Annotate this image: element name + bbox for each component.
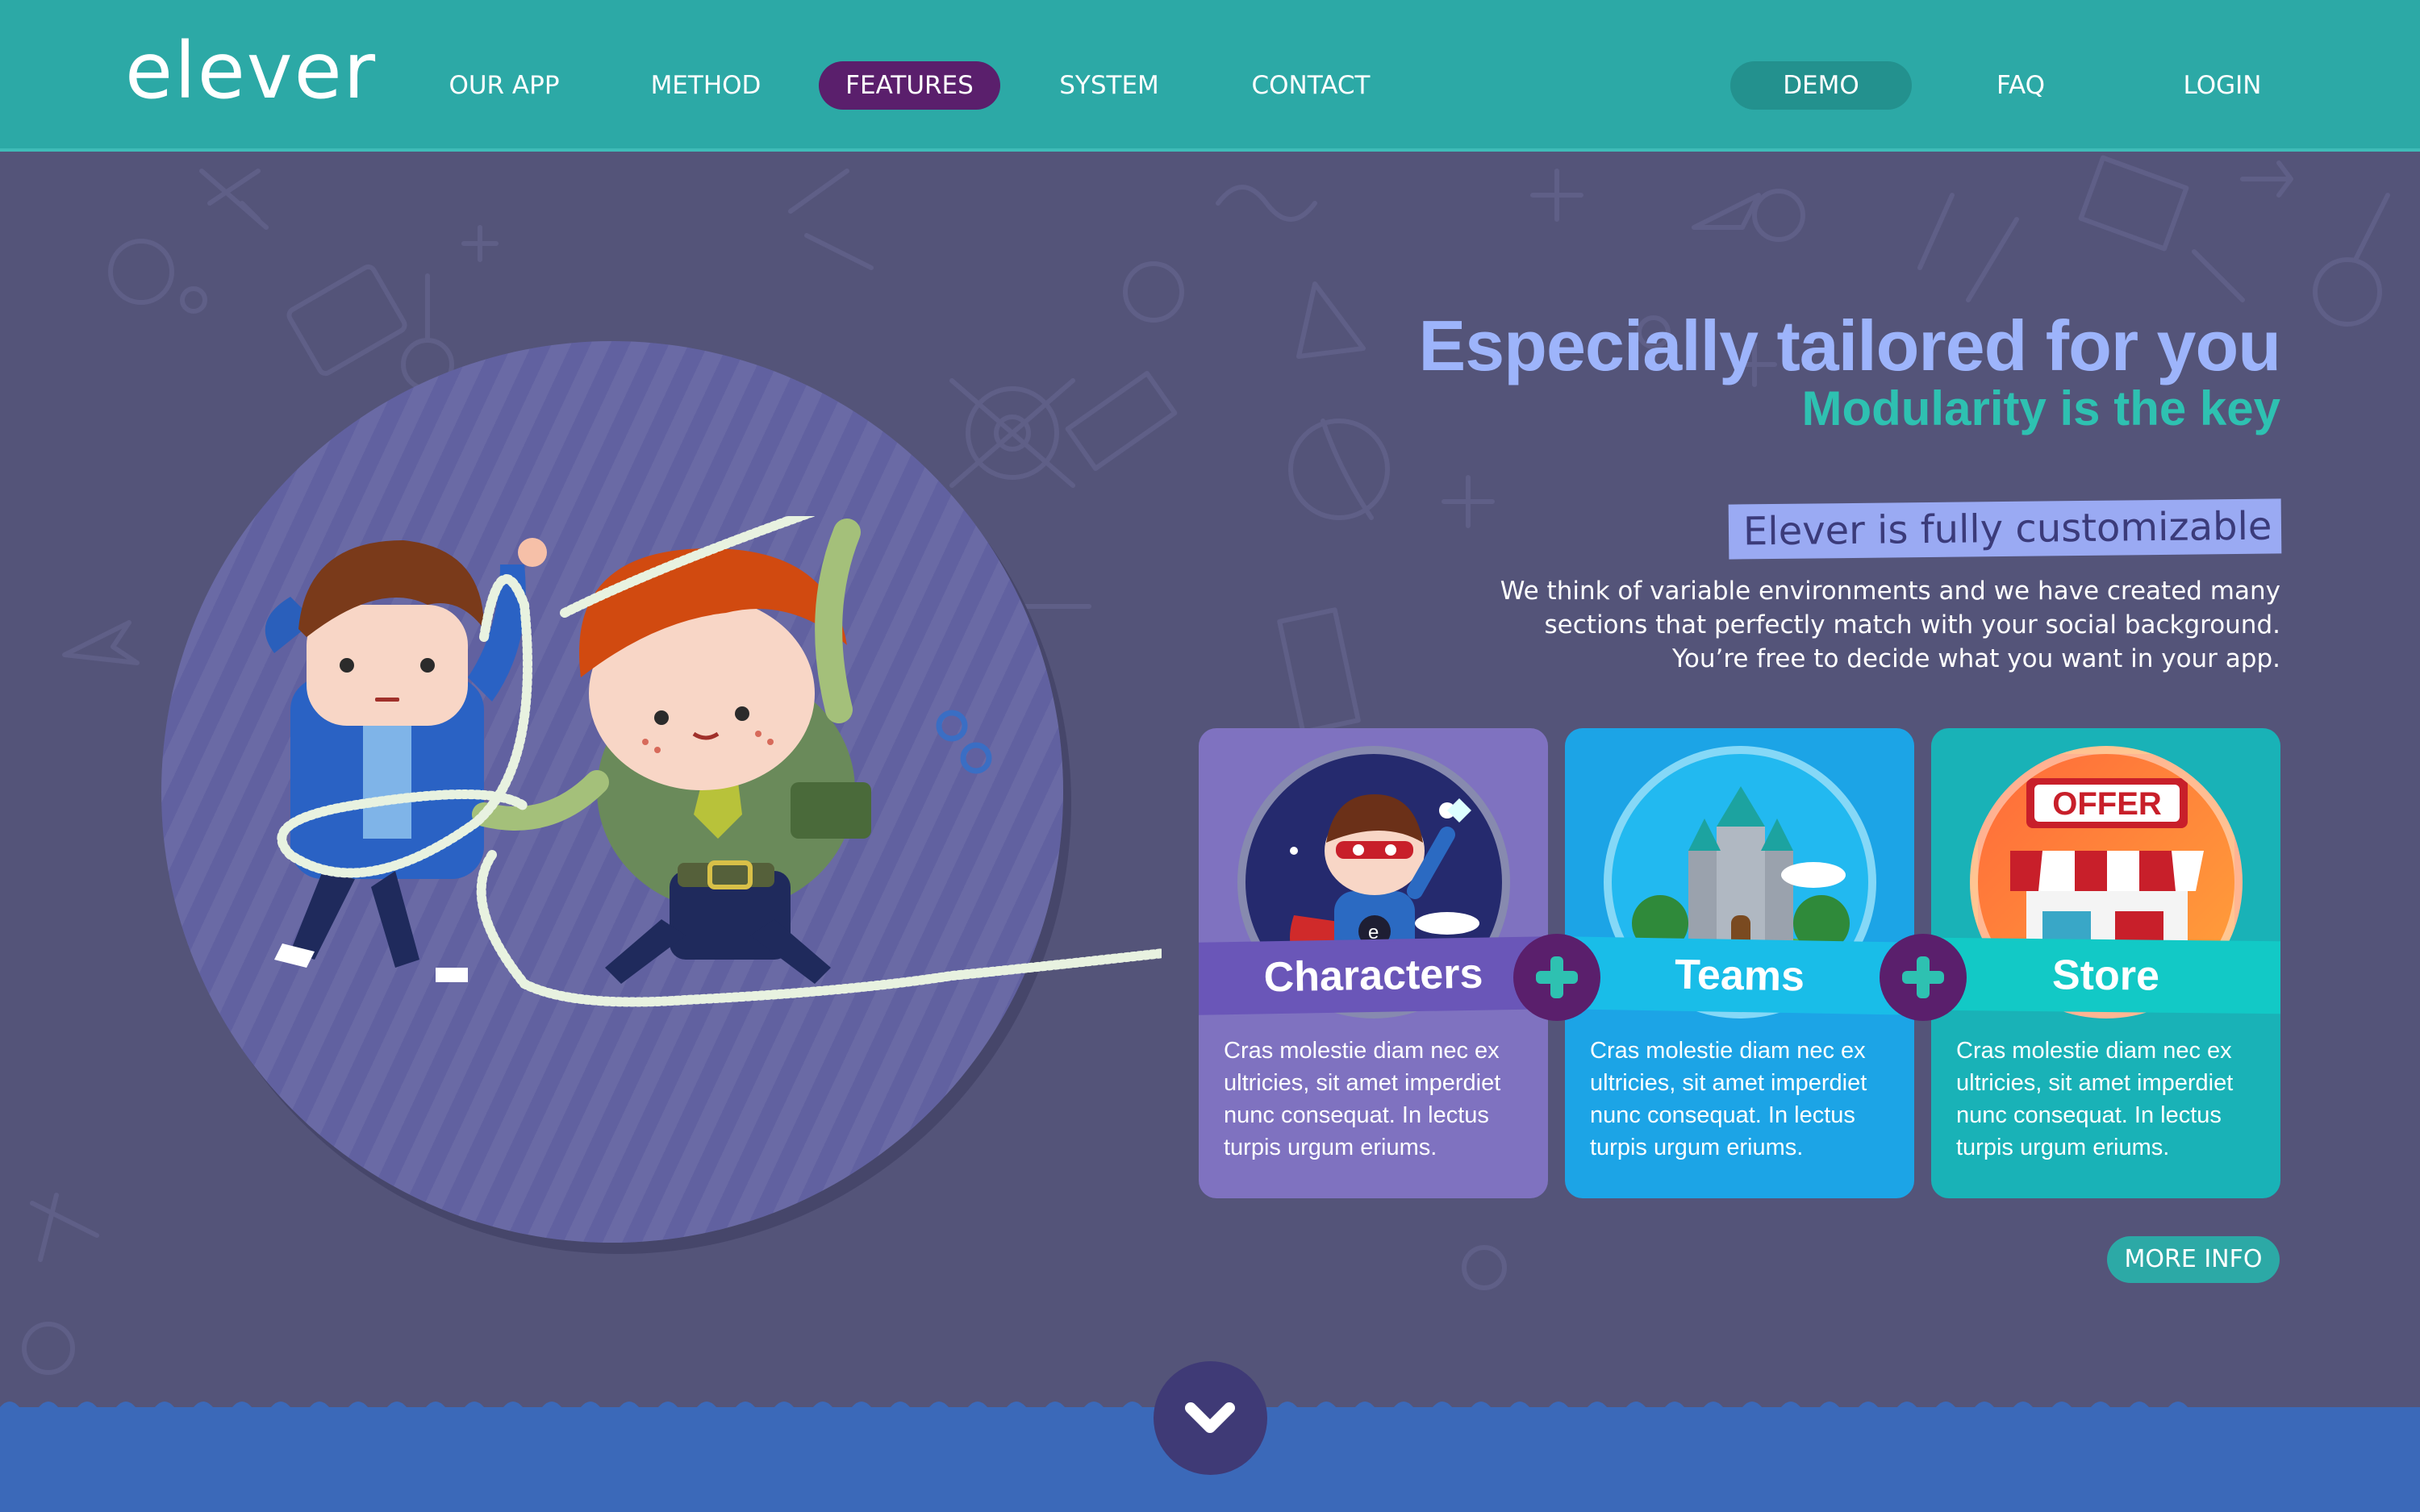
hero-subtitle: Modularity is the key — [1801, 381, 2281, 435]
customizable-highlight: Elever is fully customizable — [1728, 498, 2282, 560]
more-info-button[interactable]: MORE INFO — [2107, 1236, 2280, 1283]
nav-login[interactable]: LOGIN — [2162, 61, 2283, 110]
teams-description: Cras molestie diam nec ex ultricies, sit… — [1590, 1038, 1867, 1160]
nav-faq[interactable]: FAQ — [1968, 61, 2073, 110]
redhead-character — [472, 519, 871, 984]
chevron-down-icon — [1185, 1402, 1235, 1433]
characters-description: Cras molestie diam nec ex ultricies, sit… — [1224, 1038, 1501, 1160]
nav-method[interactable]: METHOD — [633, 61, 778, 110]
hero-description: We think of variable environments and we… — [1393, 574, 2280, 676]
card-characters[interactable]: e Characters Cras molestie diam nec ex u… — [1199, 728, 1548, 1198]
top-navigation: elever OUR APP METHOD FEATURES SYSTEM CO… — [0, 0, 2420, 152]
elever-logo[interactable]: elever — [125, 32, 377, 110]
card-teams[interactable]: Teams Cras molestie diam nec ex ultricie… — [1565, 728, 1914, 1198]
nav-contact[interactable]: CONTACT — [1230, 61, 1392, 110]
description-line: We think of variable environments and we… — [1500, 577, 2280, 606]
boy-character — [265, 538, 547, 982]
nav-features[interactable]: FEATURES — [819, 61, 1000, 110]
store-description: Cras molestie diam nec ex ultricies, sit… — [1956, 1038, 2234, 1160]
plus-icon — [1880, 934, 1967, 1021]
store-title: Store — [1931, 937, 2280, 1014]
description-line: sections that perfectly match with your … — [1544, 610, 2280, 639]
description-line: You’re free to decide what you want in y… — [1672, 644, 2280, 673]
card-store[interactable]: OFFER Store Cras molestie diam nec ex ul… — [1931, 728, 2280, 1198]
characters-title: Characters — [1199, 936, 1548, 1015]
nav-demo-button[interactable]: DEMO — [1730, 61, 1912, 110]
offer-sign: OFFER — [2052, 786, 2162, 822]
nav-our-app[interactable]: OUR APP — [428, 61, 581, 110]
hero-title: Especially tailored for you — [1418, 306, 2281, 385]
teams-title: Teams — [1565, 936, 1914, 1015]
scroll-down-button[interactable] — [1154, 1361, 1267, 1475]
nav-system[interactable]: SYSTEM — [1033, 61, 1186, 110]
tailor-characters-illustration — [265, 516, 1162, 1007]
plus-icon — [1513, 934, 1600, 1021]
